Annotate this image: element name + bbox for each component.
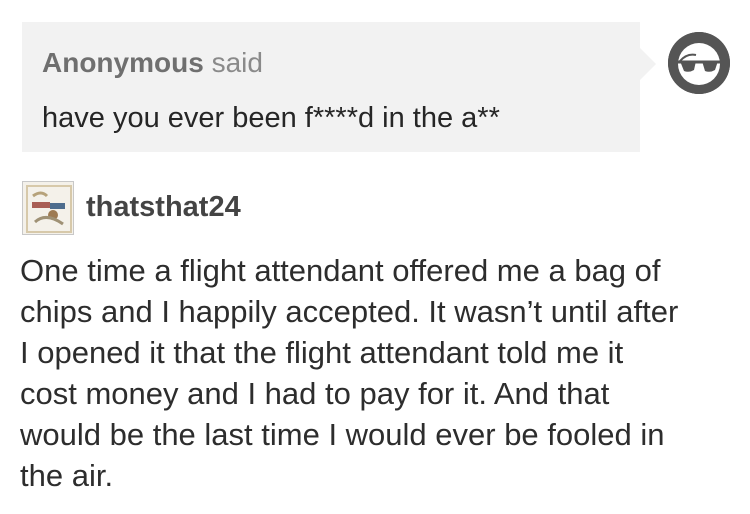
anonymous-avatar[interactable]	[668, 32, 730, 94]
asker-name[interactable]: Anonymous	[42, 47, 204, 78]
ask-question: have you ever been f****d in the a**	[42, 102, 500, 134]
reply-line: I opened it that the flight attendant to…	[20, 335, 624, 370]
reply-username[interactable]: thatsthat24	[86, 190, 241, 224]
reply-line: One time a flight attendant offered me a…	[20, 253, 661, 288]
reply-body: One time a flight attendant offered me a…	[20, 250, 735, 496]
ask-bubble: Anonymous said have you ever been f****d…	[22, 22, 656, 152]
user-avatar-image	[23, 182, 73, 234]
reply-user-avatar[interactable]	[22, 181, 74, 235]
reply-line: chips and I happily accepted. It wasn’t …	[20, 294, 679, 329]
asker-verb: said	[211, 47, 263, 78]
reply-line: the air.	[20, 458, 114, 493]
sunglasses-icon	[668, 32, 730, 94]
reply-line: cost money and I had to pay for it. And …	[20, 376, 610, 411]
reply-line: would be the last time I would ever be f…	[20, 417, 665, 452]
asker-line: Anonymous said	[42, 46, 263, 80]
